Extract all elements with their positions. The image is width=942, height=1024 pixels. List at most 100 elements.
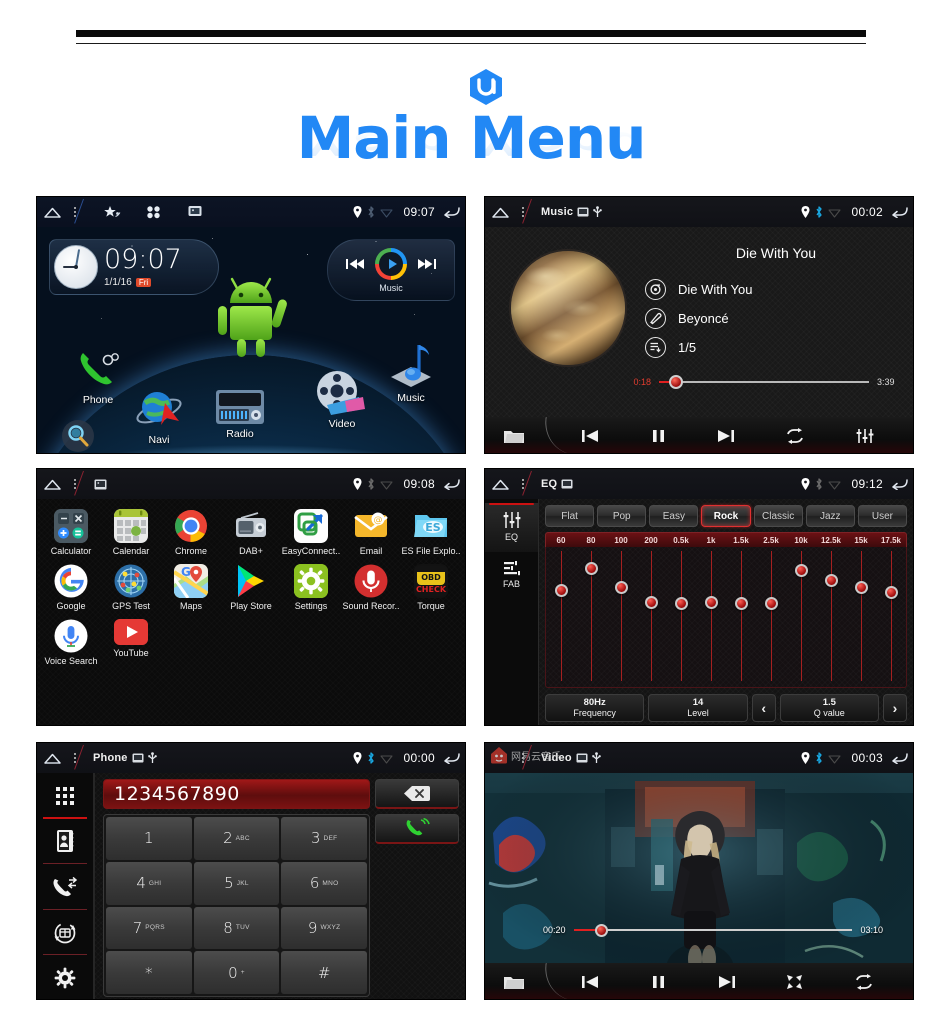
favorites-icon[interactable]	[104, 205, 121, 219]
dialpad-key-6[interactable]: 6 MNO	[281, 861, 367, 905]
phone-tab-sync-contacts[interactable]	[37, 910, 93, 956]
eq-band-12.5k[interactable]	[816, 547, 846, 687]
app-item-sound-recorder[interactable]: Sound Recor..	[341, 564, 401, 611]
eq-preset-user[interactable]: User	[857, 505, 907, 527]
back-icon[interactable]	[443, 478, 460, 490]
eq-band-knob[interactable]	[704, 596, 718, 610]
eq-band-knob[interactable]	[884, 585, 898, 599]
next-icon[interactable]	[715, 428, 735, 444]
dialed-number-field[interactable]: 1234567890	[103, 779, 370, 809]
dialpad-key-star[interactable]: *	[106, 951, 192, 994]
home-icon[interactable]	[485, 207, 515, 218]
eq-band-1k[interactable]	[696, 547, 726, 687]
dialpad-key-9[interactable]: 9 WXYZ	[281, 906, 367, 950]
eq-band-knob[interactable]	[584, 562, 598, 576]
dialpad-key-0[interactable]: 0 +	[193, 951, 280, 994]
phone-tab-contacts[interactable]	[37, 819, 93, 865]
app-item-gps-test[interactable]: GPS Test	[101, 564, 161, 611]
eq-band-15k[interactable]	[846, 547, 876, 687]
folder-icon[interactable]	[485, 974, 543, 991]
eq-band-17.5k[interactable]	[876, 547, 906, 687]
overflow-menu-icon[interactable]	[515, 479, 531, 489]
app-shortcut-navi[interactable]: Navi	[135, 387, 183, 446]
fullscreen-icon[interactable]	[786, 974, 803, 990]
app-shortcut-music[interactable]: Music	[385, 339, 437, 404]
eq-band-knob[interactable]	[734, 596, 748, 610]
eq-band-knob[interactable]	[614, 580, 628, 594]
eq-band-0.5k[interactable]	[666, 547, 696, 687]
call-button-icon[interactable]	[375, 814, 459, 844]
video-progress-knob[interactable]	[594, 923, 608, 937]
overflow-menu-icon[interactable]	[67, 479, 83, 489]
back-icon[interactable]	[891, 478, 908, 490]
phone-tab-settings[interactable]	[37, 955, 93, 999]
video-surface[interactable]: 00:20 03:10	[485, 773, 913, 999]
eq-band-knob[interactable]	[824, 573, 838, 587]
eq-frequency-field[interactable]: 80Hz Frequency	[545, 694, 645, 722]
dialpad-key-2[interactable]: 2 ABC	[193, 817, 280, 860]
app-item-maps[interactable]: G Maps	[161, 564, 221, 611]
dialpad-key-8[interactable]: 8 TUV	[193, 906, 280, 950]
dialpad-key-1[interactable]: 1	[106, 817, 192, 860]
play-icon[interactable]	[375, 247, 407, 280]
next-track-icon[interactable]	[418, 258, 436, 270]
repeat-icon[interactable]	[785, 428, 805, 444]
eq-band-80[interactable]	[576, 547, 606, 687]
app-item-es-file-explorer[interactable]: ES ES File Explo..	[401, 509, 461, 556]
eq-preset-flat[interactable]: Flat	[545, 505, 595, 527]
eq-preset-classic[interactable]: Classic	[753, 505, 803, 527]
progress-knob[interactable]	[668, 375, 683, 389]
app-item-voice-search[interactable]: Voice Search	[41, 619, 101, 666]
previous-icon[interactable]	[582, 428, 601, 444]
app-item-chrome[interactable]: Chrome	[161, 509, 221, 556]
dialpad-key-4[interactable]: 4 GHI	[106, 861, 192, 905]
app-item-play-store[interactable]: Play Store	[221, 564, 281, 611]
gallery-icon[interactable]	[188, 205, 204, 219]
home-icon[interactable]	[37, 753, 67, 764]
music-progress[interactable]: 0:18 3:39	[625, 375, 903, 389]
overflow-menu-icon[interactable]	[67, 753, 83, 763]
app-item-google[interactable]: Google	[41, 564, 101, 611]
home-icon[interactable]	[485, 479, 515, 490]
backspace-icon[interactable]	[375, 779, 459, 809]
phone-tab-dialpad[interactable]	[37, 773, 93, 819]
eq-preset-easy[interactable]: Easy	[649, 505, 699, 527]
app-item-settings[interactable]: Settings	[281, 564, 341, 611]
app-shortcut-phone[interactable]: Phone	[75, 347, 121, 406]
eq-qvalue-field[interactable]: 1.5 Q value	[779, 694, 879, 722]
eq-band-knob[interactable]	[794, 563, 808, 577]
overflow-menu-icon[interactable]	[515, 207, 531, 217]
dialpad-key-3[interactable]: 3 DEF	[281, 817, 367, 860]
repeat-icon[interactable]	[854, 974, 874, 990]
eq-band-10k[interactable]	[786, 547, 816, 687]
eq-band-knob[interactable]	[854, 581, 868, 595]
dialpad-key-5[interactable]: 5 JKL	[193, 861, 280, 905]
equalizer-icon[interactable]	[856, 428, 874, 444]
eq-band-2.5k[interactable]	[756, 547, 786, 687]
dialpad-key-7[interactable]: 7 PQRS	[106, 906, 192, 950]
back-icon[interactable]	[891, 206, 908, 218]
home-icon[interactable]	[37, 207, 67, 218]
overflow-menu-icon[interactable]	[67, 207, 83, 217]
video-progress[interactable]: 00:20 03:10	[543, 923, 883, 937]
eq-preset-jazz[interactable]: Jazz	[805, 505, 855, 527]
app-shortcut-radio[interactable]: Radio	[215, 387, 265, 440]
dialpad-key-hash[interactable]: #	[281, 951, 367, 994]
app-item-torque[interactable]: OBD CHECK Torque	[401, 564, 461, 611]
eq-band-1.5k[interactable]	[726, 547, 756, 687]
eq-tab-eq[interactable]: EQ	[485, 503, 538, 552]
pause-icon[interactable]	[652, 428, 665, 444]
app-item-email[interactable]: @ Email	[341, 509, 401, 556]
folder-icon[interactable]	[485, 428, 543, 445]
app-item-calculator[interactable]: Calculator	[41, 509, 101, 556]
back-icon[interactable]	[891, 752, 908, 764]
eq-band-100[interactable]	[606, 547, 636, 687]
eq-prev-arrow-button[interactable]: ‹	[751, 694, 776, 722]
music-widget[interactable]: Music	[327, 239, 455, 301]
eq-band-knob[interactable]	[674, 596, 688, 610]
apps-grid-icon[interactable]	[146, 205, 162, 219]
progress-track[interactable]	[659, 375, 869, 389]
app-item-youtube[interactable]: YouTube	[101, 619, 161, 666]
app-item-dab[interactable]: DAB+	[221, 509, 281, 556]
app-shortcut-video[interactable]: Video	[315, 369, 369, 430]
